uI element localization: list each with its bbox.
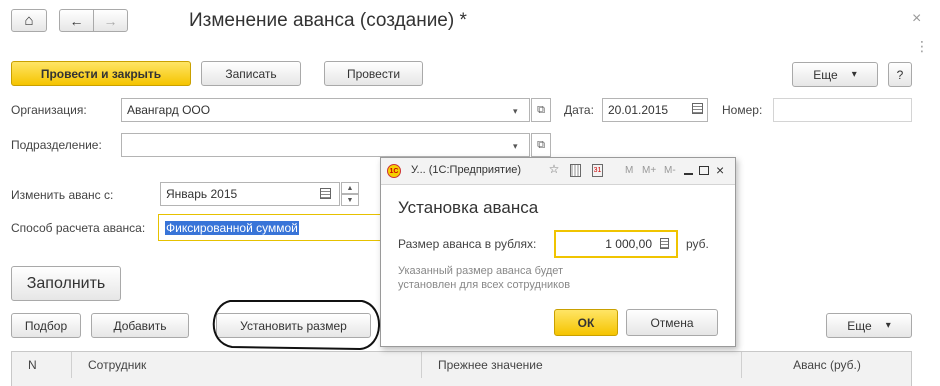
select-label: Подбор [24, 318, 68, 333]
more-menu-label: Еще [813, 67, 838, 82]
department-open-button[interactable]: ⧉ [531, 133, 551, 157]
calc-method-field[interactable]: Фиксированной суммой [158, 214, 388, 241]
chevron-down-icon: ▾ [851, 69, 857, 80]
open-icon: ⧉ [537, 138, 545, 151]
help-icon: ? [896, 67, 904, 82]
add-button[interactable]: Добавить [91, 313, 189, 338]
home-button[interactable]: ⌂ [11, 9, 47, 32]
department-dropdown-icon[interactable]: ▾ [513, 141, 518, 152]
memory-m-button[interactable]: M [625, 165, 633, 176]
ok-label: ОК [577, 315, 595, 330]
home-icon: ⌂ [24, 12, 34, 29]
amount-label: Размер аванса в рублях: [398, 237, 537, 251]
column-header-employee[interactable]: Сотрудник [72, 352, 422, 378]
dialog-title-bar: 1C У... (1С:Предприятие) ☆ 31 M M+ M- × [381, 158, 735, 185]
column-number-label: N [28, 358, 37, 372]
ok-button[interactable]: ОК [554, 309, 618, 336]
date-label: Дата: [564, 103, 594, 117]
favorite-icon[interactable]: ☆ [546, 162, 562, 178]
column-header-number[interactable]: N [12, 352, 72, 378]
chevron-down-icon: ▾ [885, 320, 891, 331]
more-menu-button[interactable]: Еще ▾ [792, 62, 878, 87]
table-more-button[interactable]: Еще ▾ [826, 313, 912, 338]
post-label: Провести [346, 66, 401, 81]
department-label: Подразделение: [11, 138, 102, 152]
calendar-icon[interactable]: 31 [592, 164, 603, 177]
column-advance-label: Аванс (руб.) [793, 358, 861, 372]
organization-label: Организация: [11, 103, 87, 117]
save-label: Записать [225, 66, 277, 81]
column-header-previous[interactable]: Прежнее значение [422, 352, 742, 378]
organization-value: Авангард ООО [127, 103, 211, 117]
back-button[interactable]: ← [59, 9, 94, 32]
calendar-icon[interactable] [320, 188, 331, 199]
set-amount-button[interactable]: Установить размер [216, 313, 371, 338]
dialog-heading: Установка аванса [398, 198, 539, 217]
currency-label: руб. [686, 237, 709, 251]
post-and-close-label: Провести и закрыть [40, 66, 162, 81]
change-from-label: Изменить аванс с: [11, 188, 114, 202]
save-button[interactable]: Записать [201, 61, 301, 86]
number-label: Номер: [722, 103, 763, 117]
memory-plus-button[interactable]: M+ [642, 165, 656, 176]
month-down-button[interactable]: ▼ [341, 194, 359, 206]
calculator-icon[interactable] [570, 164, 581, 177]
organization-field[interactable]: Авангард ООО [121, 98, 530, 122]
open-icon: ⧉ [537, 103, 545, 116]
table-header: N Сотрудник Прежнее значение Аванс (руб.… [11, 351, 912, 386]
calculator-icon[interactable] [660, 238, 669, 249]
organization-dropdown-icon[interactable]: ▾ [513, 106, 518, 117]
post-and-close-button[interactable]: Провести и закрыть [11, 61, 191, 86]
column-header-advance[interactable]: Аванс (руб.) [742, 352, 912, 378]
month-up-button[interactable]: ▲ [341, 182, 359, 194]
table-more-label: Еще [847, 318, 872, 333]
amount-value: 1 000,00 [605, 237, 652, 251]
post-button[interactable]: Провести [324, 61, 423, 86]
cancel-label: Отмена [650, 315, 694, 330]
select-button[interactable]: Подбор [11, 313, 81, 338]
window-title: Изменение аванса (создание) * [189, 10, 467, 31]
calc-method-label: Способ расчета аванса: [11, 221, 146, 235]
back-arrow-icon: ← [69, 12, 84, 29]
memory-minus-button[interactable]: M- [664, 165, 676, 176]
fill-button[interactable]: Заполнить [11, 266, 121, 301]
add-label: Добавить [113, 318, 167, 333]
app-logo-icon: 1C [387, 164, 401, 178]
calc-method-value: Фиксированной суммой [165, 220, 299, 235]
advance-dialog: 1C У... (1С:Предприятие) ☆ 31 M M+ M- × … [380, 157, 736, 347]
minimize-icon[interactable] [684, 173, 693, 175]
column-previous-label: Прежнее значение [438, 358, 543, 372]
forward-arrow-icon: → [103, 12, 118, 29]
forward-button[interactable]: → [93, 9, 128, 32]
more-vertical-icon[interactable]: ⋮ [915, 38, 929, 55]
number-field[interactable] [773, 98, 912, 122]
organization-open-button[interactable]: ⧉ [531, 98, 551, 122]
fill-label: Заполнить [26, 274, 106, 292]
dialog-hint: Указанный размер аванса будет установлен… [398, 265, 571, 291]
change-from-field[interactable]: Январь 2015 [160, 182, 340, 206]
close-icon[interactable]: × [912, 10, 921, 28]
change-from-value: Январь 2015 [166, 187, 238, 201]
set-amount-label: Установить размер [240, 318, 347, 333]
date-value: 20.01.2015 [608, 103, 669, 117]
dialog-title: У... (1С:Предприятие) [411, 164, 521, 176]
department-field[interactable] [121, 133, 530, 157]
column-employee-label: Сотрудник [88, 358, 147, 372]
calendar-icon[interactable] [692, 103, 703, 114]
close-icon[interactable]: × [716, 162, 724, 178]
help-button[interactable]: ? [888, 62, 912, 87]
maximize-icon[interactable] [699, 166, 709, 175]
cancel-button[interactable]: Отмена [626, 309, 718, 336]
